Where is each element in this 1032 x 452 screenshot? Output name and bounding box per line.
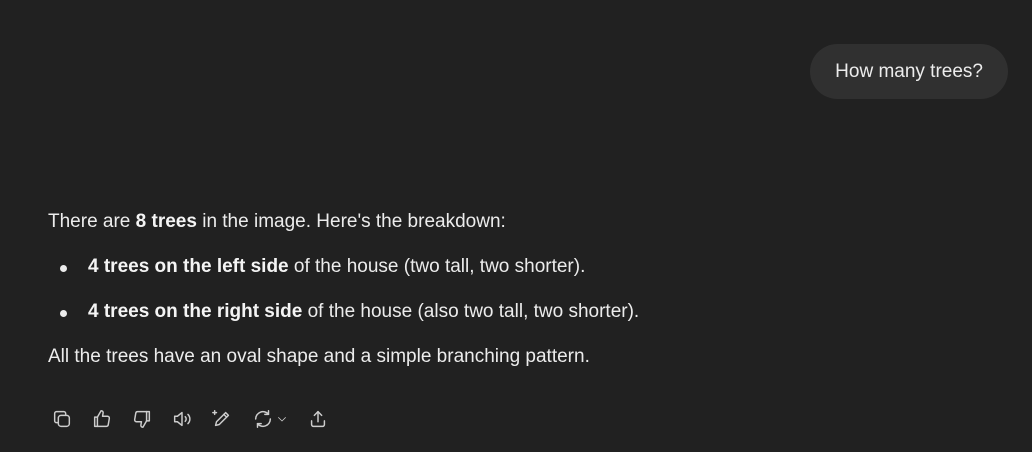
share-button[interactable]: [304, 404, 332, 434]
assistant-outro: All the trees have an oval shape and a s…: [48, 346, 590, 367]
thumbs-up-icon: [93, 410, 111, 428]
user-message-bubble: How many trees?: [810, 44, 1008, 99]
assistant-message: There are 8 trees in the image. Here's t…: [48, 208, 988, 371]
list-item: 4 trees on the right side of the house (…: [48, 298, 988, 326]
edit-canvas-button[interactable]: [208, 404, 236, 434]
regenerate-icon: [254, 410, 272, 428]
chat-conversation: How many trees? There are 8 trees in the…: [0, 0, 1032, 452]
copy-button[interactable]: [48, 404, 76, 434]
assistant-intro: There are 8 trees in the image. Here's t…: [48, 208, 988, 236]
thumbs-up-button[interactable]: [88, 404, 116, 434]
regenerate-button[interactable]: [248, 404, 292, 434]
intro-bold: 8 trees: [135, 211, 197, 232]
bullet-bold: 4 trees on the left side: [88, 256, 289, 277]
bullet-dot: [60, 310, 67, 317]
intro-suffix: in the image. Here's the breakdown:: [196, 211, 506, 232]
thumbs-down-button[interactable]: [128, 404, 156, 434]
user-message-text: How many trees?: [835, 60, 983, 82]
bullet-text: of the house (also two tall, two shorter…: [302, 301, 640, 322]
thumbs-down-icon: [133, 410, 151, 428]
list-item: 4 trees on the left side of the house (t…: [48, 253, 988, 281]
message-action-bar: [48, 404, 344, 434]
bullet-text: of the house (two tall, two shorter).: [288, 256, 586, 277]
intro-prefix: There are: [48, 211, 136, 232]
read-aloud-button[interactable]: [168, 404, 196, 434]
bullet-dot: [60, 265, 67, 272]
bullet-bold: 4 trees on the right side: [88, 301, 303, 322]
share-icon: [310, 410, 326, 428]
edit-canvas-icon: [212, 410, 230, 427]
breakdown-list: 4 trees on the left side of the house (t…: [48, 253, 988, 326]
read-aloud-icon: [173, 411, 191, 427]
copy-icon: [53, 410, 71, 428]
chevron-down-icon: [278, 417, 286, 422]
